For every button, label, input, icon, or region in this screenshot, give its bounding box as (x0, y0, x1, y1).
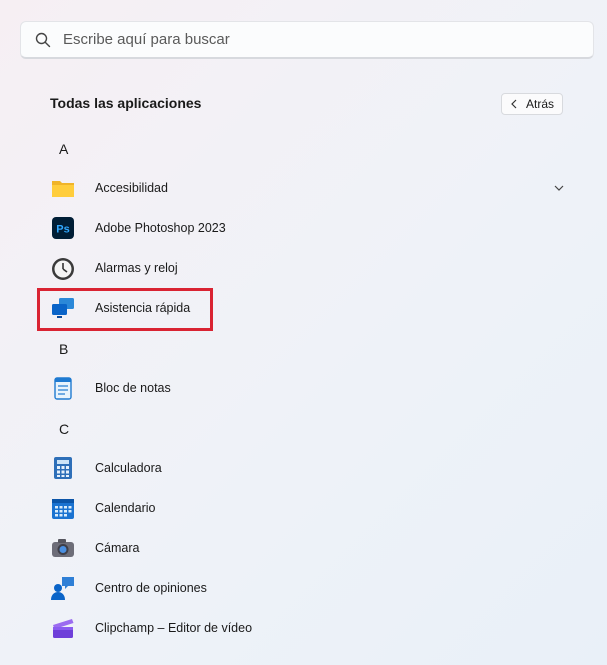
app-item-alarmas[interactable]: Alarmas y reloj (44, 250, 574, 286)
feedback-hub-icon (50, 575, 76, 601)
app-item-calendario[interactable]: Calendario (44, 490, 574, 526)
remote-assist-icon (50, 295, 76, 321)
app-item-asistencia[interactable]: Asistencia rápida (44, 290, 574, 326)
app-item-bloc-de-notas[interactable]: Bloc de notas (44, 370, 574, 406)
app-label: Accesibilidad (95, 181, 168, 195)
back-button-label: Atrás (525, 97, 554, 111)
calendar-icon (50, 495, 76, 521)
page-title: Todas las aplicaciones (50, 95, 202, 111)
search-input[interactable] (63, 31, 543, 48)
app-label: Bloc de notas (95, 381, 171, 395)
app-item-camara[interactable]: Cámara (44, 530, 574, 566)
photoshop-icon: Ps (50, 215, 76, 241)
app-label: Calendario (95, 501, 156, 515)
app-label: Centro de opiniones (95, 581, 207, 595)
clipchamp-icon (50, 615, 76, 641)
clock-icon (50, 255, 76, 281)
camera-icon (50, 535, 76, 561)
app-label: Clipchamp – Editor de vídeo (95, 621, 253, 635)
calculator-icon (50, 455, 76, 481)
app-label: Cámara (95, 541, 140, 555)
app-item-centro-de-opiniones[interactable]: Centro de opiniones (44, 570, 574, 606)
search-box[interactable] (20, 21, 594, 59)
folder-icon (50, 175, 76, 201)
group-letter-a[interactable]: A (59, 141, 68, 157)
group-letter-b[interactable]: B (59, 341, 68, 357)
notepad-icon (50, 375, 76, 401)
chevron-left-icon (511, 99, 517, 109)
app-label: Alarmas y reloj (95, 261, 178, 275)
app-item-photoshop[interactable]: Ps Adobe Photoshop 2023 (44, 210, 574, 246)
app-item-calculadora[interactable]: Calculadora (44, 450, 574, 486)
app-item-clipchamp[interactable]: Clipchamp – Editor de vídeo (44, 610, 574, 646)
back-button[interactable]: Atrás (501, 93, 563, 115)
chevron-down-icon[interactable] (554, 183, 564, 193)
search-icon (35, 32, 51, 47)
app-item-accesibilidad[interactable]: Accesibilidad (44, 170, 574, 206)
app-label: Asistencia rápida (95, 301, 191, 315)
group-letter-c[interactable]: C (59, 421, 69, 437)
photoshop-icon-text: Ps (56, 224, 69, 236)
app-label: Calculadora (95, 461, 162, 475)
app-label: Adobe Photoshop 2023 (95, 221, 226, 235)
